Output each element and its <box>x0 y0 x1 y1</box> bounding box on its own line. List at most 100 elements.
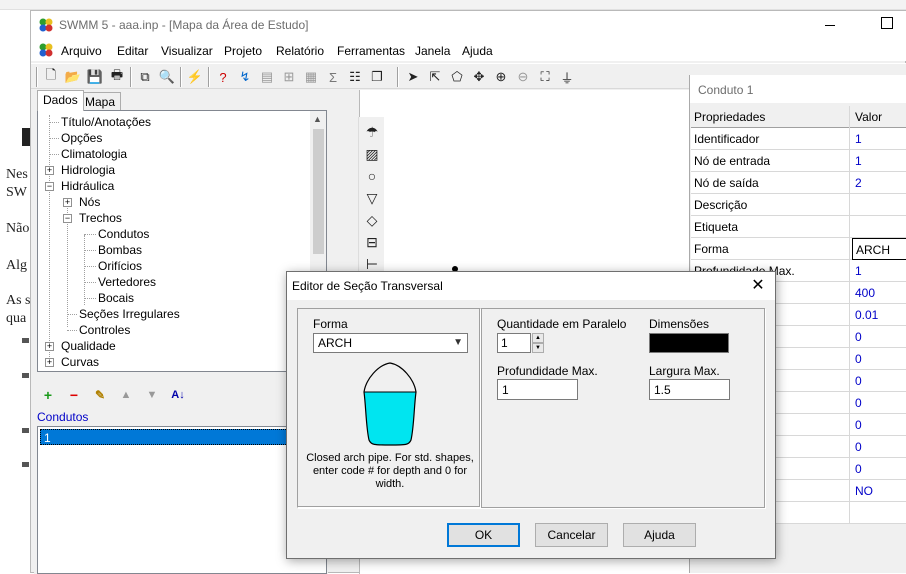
property-value[interactable]: 0 <box>852 436 906 458</box>
help-button[interactable]: Ajuda <box>623 523 696 547</box>
shape-select[interactable]: ARCH ▼ <box>313 333 468 353</box>
property-row[interactable]: Nó de entrada 1 <box>691 150 906 172</box>
collapse-minus-icon[interactable]: − <box>63 214 72 223</box>
expand-plus-icon[interactable]: + <box>45 358 54 367</box>
property-value[interactable]: ARCH <box>852 238 906 260</box>
ok-button[interactable]: OK <box>447 523 520 547</box>
property-value[interactable]: 0 <box>852 458 906 480</box>
tab-dados[interactable]: Dados <box>37 90 84 111</box>
swmm-menu-icon[interactable] <box>38 42 54 58</box>
scroll-up-icon[interactable]: ▲ <box>313 114 322 124</box>
tree-item-hidraulica[interactable]: Hidráulica <box>61 178 114 194</box>
open-folder-icon[interactable]: 📂 <box>63 67 83 87</box>
tree-item-nos[interactable]: Nós <box>79 194 100 210</box>
subcatchment-icon[interactable]: ▨ <box>363 145 381 163</box>
tree-item-trechos[interactable]: Trechos <box>79 210 122 226</box>
rain-gage-icon[interactable]: ☂ <box>363 123 381 141</box>
property-value[interactable]: 0 <box>852 392 906 414</box>
tree-scrollbar-thumb[interactable] <box>313 129 324 254</box>
menu-ferramentas[interactable]: Ferramentas <box>337 44 405 58</box>
divider-icon[interactable]: ◇ <box>363 211 381 229</box>
property-value[interactable]: 1 <box>852 260 906 282</box>
property-value[interactable]: 0 <box>852 370 906 392</box>
add-object-icon[interactable]: + <box>39 386 57 404</box>
property-value[interactable] <box>852 502 906 524</box>
measure-icon[interactable]: ⏚ <box>557 67 577 87</box>
profile-plot-icon[interactable]: ↯ <box>235 67 255 87</box>
sort-az-icon[interactable]: A↓ <box>169 386 187 404</box>
property-value[interactable]: 0 <box>852 348 906 370</box>
options-icon[interactable]: ☷ <box>345 67 365 87</box>
tab-mapa[interactable]: Mapa <box>79 92 122 110</box>
menu-arquivo[interactable]: Arquivo <box>61 44 102 58</box>
close-icon[interactable]: ✕ <box>749 277 767 295</box>
select-vertex-icon[interactable]: ⇱ <box>425 67 445 87</box>
max-width-input[interactable]: 1.5 <box>649 379 730 400</box>
tree-item-orificios[interactable]: Orifícios <box>98 258 142 274</box>
menu-projeto[interactable]: Projeto <box>224 44 262 58</box>
save-icon[interactable]: 💾 <box>85 67 105 87</box>
new-file-icon[interactable]: 🗋 <box>41 67 61 87</box>
list-item[interactable]: 1 <box>40 429 326 445</box>
query-icon[interactable]: ? <box>213 67 233 87</box>
junction-icon[interactable]: ○ <box>363 167 381 185</box>
expand-plus-icon[interactable]: + <box>45 342 54 351</box>
property-value[interactable]: 400 <box>852 282 906 304</box>
property-value[interactable]: 0 <box>852 326 906 348</box>
max-depth-input[interactable]: 1 <box>497 379 578 400</box>
move-down-icon[interactable]: ▼ <box>143 386 161 404</box>
tree-item-condutos[interactable]: Condutos <box>98 226 149 242</box>
tree-item-hidrologia[interactable]: Hidrologia <box>61 162 115 178</box>
cancel-button[interactable]: Cancelar <box>535 523 608 547</box>
copy-icon[interactable]: ⧉ <box>135 67 155 87</box>
tree-item-climatologia[interactable]: Climatologia <box>61 146 127 162</box>
tree-item-titulo[interactable]: Título/Anotações <box>61 114 151 130</box>
zoom-in-icon[interactable]: ⊕ <box>491 67 511 87</box>
property-value[interactable]: 0 <box>852 414 906 436</box>
property-value[interactable]: NO <box>852 480 906 502</box>
spin-up-icon[interactable]: ▲ <box>532 333 544 343</box>
tree-item-curvas[interactable]: Curvas <box>61 354 99 370</box>
cascade-windows-icon[interactable]: ❐ <box>367 67 387 87</box>
menu-editar[interactable]: Editar <box>117 44 148 58</box>
edit-object-icon[interactable]: ✎ <box>91 386 109 404</box>
storage-unit-icon[interactable]: ⊟ <box>363 233 381 251</box>
run-simulation-icon[interactable]: ⚡ <box>185 67 205 87</box>
full-extent-icon[interactable]: ⛶ <box>535 67 555 87</box>
property-row[interactable]: Descrição <box>691 194 906 216</box>
tree-item-vertedores[interactable]: Vertedores <box>98 274 156 290</box>
menu-relatorio[interactable]: Relatório <box>276 44 324 58</box>
menu-janela[interactable]: Janela <box>415 44 450 58</box>
zoom-out-icon[interactable]: ⊖ <box>513 67 533 87</box>
property-row[interactable]: Etiqueta <box>691 216 906 238</box>
menu-ajuda[interactable]: Ajuda <box>462 44 493 58</box>
scatter-plot-icon[interactable]: ⊞ <box>279 67 299 87</box>
minimize-button[interactable] <box>821 16 841 34</box>
find-icon[interactable]: 🔍 <box>157 67 177 87</box>
delete-object-icon[interactable]: − <box>65 386 83 404</box>
maximize-button[interactable] <box>881 17 893 29</box>
collapse-minus-icon[interactable]: − <box>45 182 54 191</box>
tree-item-secoes-irregulares[interactable]: Seções Irregulares <box>79 306 180 322</box>
tree-item-bocais[interactable]: Bocais <box>98 290 134 306</box>
spin-down-icon[interactable]: ▼ <box>532 343 544 353</box>
select-region-icon[interactable]: ⬠ <box>447 67 467 87</box>
tree-item-bombas[interactable]: Bombas <box>98 242 142 258</box>
statistics-icon[interactable]: Σ <box>323 67 343 87</box>
outfall-icon[interactable]: ▽ <box>363 189 381 207</box>
expand-plus-icon[interactable]: + <box>45 166 54 175</box>
menu-visualizar[interactable]: Visualizar <box>161 44 213 58</box>
property-value[interactable]: 1 <box>852 128 906 150</box>
tree-item-controles[interactable]: Controles <box>79 322 130 338</box>
table-icon[interactable]: ▦ <box>301 67 321 87</box>
property-row[interactable]: Nó de saída 2 <box>691 172 906 194</box>
property-value[interactable] <box>852 194 906 216</box>
property-row[interactable]: Forma ARCH <box>691 238 906 260</box>
property-value[interactable]: 1 <box>852 150 906 172</box>
move-up-icon[interactable]: ▲ <box>117 386 135 404</box>
property-value[interactable]: 0.01 <box>852 304 906 326</box>
property-row[interactable]: Identificador 1 <box>691 128 906 150</box>
tree-item-qualidade[interactable]: Qualidade <box>61 338 116 354</box>
property-value[interactable] <box>852 216 906 238</box>
tree-item-opcoes[interactable]: Opções <box>61 130 102 146</box>
